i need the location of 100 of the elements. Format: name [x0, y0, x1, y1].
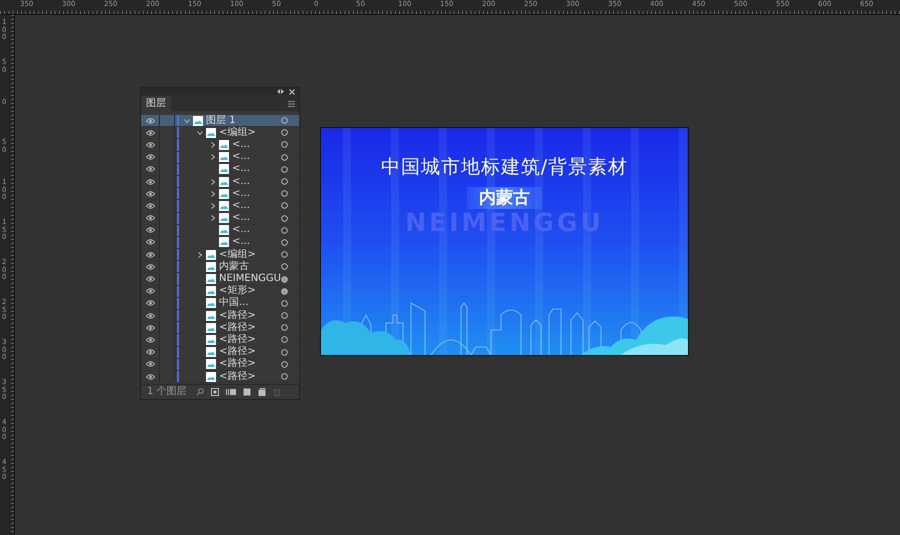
eye-icon[interactable] — [146, 374, 155, 380]
layer-name: <路径> — [219, 334, 257, 346]
thumbnail-icon — [206, 322, 216, 333]
thumbnail-icon — [206, 359, 216, 370]
layer-row[interactable]: <... — [141, 200, 299, 212]
new-sublayer-icon[interactable] — [243, 388, 251, 396]
layer-row[interactable]: <矩形> — [141, 286, 299, 298]
eye-icon[interactable] — [146, 202, 155, 209]
eye-icon[interactable] — [146, 239, 155, 246]
chevron-right-icon[interactable] — [210, 154, 216, 160]
eye-icon[interactable] — [146, 118, 155, 124]
target-icon[interactable] — [281, 373, 288, 380]
eye-icon[interactable] — [146, 215, 155, 222]
layer-row[interactable]: 中国... — [141, 298, 299, 310]
target-icon[interactable] — [281, 129, 288, 136]
chevron-right-icon[interactable] — [210, 142, 216, 148]
layer-row[interactable]: NEIMENGGU — [141, 273, 299, 286]
eye-icon[interactable] — [146, 166, 155, 172]
layer-name: 图层 1 — [206, 114, 237, 126]
layer-name: <路径> — [219, 322, 257, 334]
eye-icon[interactable] — [146, 324, 155, 331]
target-icon[interactable] — [281, 202, 288, 210]
eye-icon[interactable] — [146, 252, 155, 258]
target-icon[interactable] — [281, 312, 288, 320]
eye-icon[interactable] — [146, 349, 155, 356]
layer-row[interactable]: <路径> — [141, 322, 299, 334]
layer-row[interactable]: 内蒙古 — [141, 261, 299, 274]
layer-name: <路径> — [219, 346, 257, 358]
layer-row[interactable]: <编组> — [141, 127, 299, 140]
target-icon[interactable] — [281, 238, 288, 246]
chevron-down-icon[interactable] — [184, 118, 190, 124]
layer-name: 中国... — [219, 297, 250, 310]
layer-row[interactable]: <... — [141, 188, 299, 200]
chevron-right-icon[interactable] — [210, 215, 216, 222]
panel-tab[interactable]: 图层 — [141, 96, 171, 111]
chevron-right-icon[interactable] — [197, 252, 203, 258]
layer-row[interactable]: <路径> — [141, 334, 299, 347]
eye-icon[interactable] — [146, 312, 155, 319]
eye-icon[interactable] — [146, 227, 155, 234]
clip-icon[interactable] — [226, 388, 236, 396]
layer-name: <路径> — [219, 310, 257, 322]
search-icon[interactable] — [196, 388, 204, 396]
chevron-right-icon[interactable] — [210, 190, 216, 197]
target-icon[interactable] — [281, 336, 288, 344]
target-icon[interactable] — [281, 348, 288, 356]
eye-icon[interactable] — [146, 288, 155, 294]
menu-icon[interactable] — [288, 101, 295, 107]
eye-icon[interactable] — [146, 154, 155, 160]
eye-icon[interactable] — [146, 142, 155, 148]
eye-icon[interactable] — [146, 361, 155, 368]
layer-row[interactable]: <... — [141, 236, 299, 250]
layer-row[interactable]: <... — [141, 212, 299, 225]
thumbnail-icon — [193, 116, 203, 126]
target-icon[interactable] — [281, 263, 288, 270]
layer-row[interactable]: 图层 1 — [141, 115, 299, 128]
eye-icon[interactable] — [146, 178, 155, 185]
eye-icon[interactable] — [146, 264, 155, 270]
target-icon[interactable] — [281, 324, 288, 332]
target-icon[interactable] — [281, 178, 288, 186]
target-icon[interactable] — [281, 154, 288, 161]
target-icon[interactable] — [281, 141, 288, 148]
layer-row[interactable]: <... — [141, 164, 299, 176]
filled-target-icon[interactable] — [281, 276, 288, 283]
target-icon[interactable] — [281, 166, 288, 173]
layer-row[interactable]: <路径> — [141, 370, 299, 384]
thumbnail-icon — [219, 188, 229, 199]
thumbnail-icon — [219, 237, 229, 248]
chevron-right-icon[interactable] — [210, 178, 216, 185]
chevron-right-icon[interactable] — [210, 202, 216, 209]
square-icon[interactable] — [211, 388, 219, 396]
layer-row[interactable]: <路径> — [141, 310, 299, 322]
eye-icon[interactable] — [146, 190, 155, 197]
layer-row[interactable]: <... — [141, 139, 299, 152]
chevron-down-icon[interactable] — [197, 130, 203, 136]
layer-row[interactable]: <... — [141, 152, 299, 164]
eye-icon[interactable] — [146, 276, 155, 282]
layer-row[interactable]: <编组> — [141, 249, 299, 262]
thumbnail-icon — [206, 250, 216, 260]
thumbnail-icon — [206, 128, 216, 138]
thumbnail-icon — [219, 140, 229, 150]
target-icon[interactable] — [281, 214, 288, 222]
filled-target-icon[interactable] — [281, 288, 288, 295]
target-icon[interactable] — [281, 360, 288, 368]
eye-icon[interactable] — [146, 336, 155, 343]
close-icon[interactable] — [289, 88, 295, 94]
new-layer-icon[interactable] — [258, 388, 266, 396]
thumbnail-icon — [219, 225, 229, 236]
thumbnail-icon — [206, 274, 216, 284]
eye-icon[interactable] — [146, 300, 155, 306]
target-icon[interactable] — [281, 251, 288, 258]
target-icon[interactable] — [281, 226, 288, 234]
target-icon[interactable] — [281, 190, 288, 198]
target-icon[interactable] — [281, 300, 288, 307]
layer-row[interactable]: <... — [141, 224, 299, 237]
thumbnail-icon — [206, 286, 216, 296]
eye-icon[interactable] — [146, 130, 155, 136]
layer-row[interactable]: <... — [141, 176, 299, 188]
layer-row[interactable]: <路径> — [141, 346, 299, 359]
layer-row[interactable]: <路径> — [141, 358, 299, 371]
target-icon[interactable] — [281, 117, 288, 124]
